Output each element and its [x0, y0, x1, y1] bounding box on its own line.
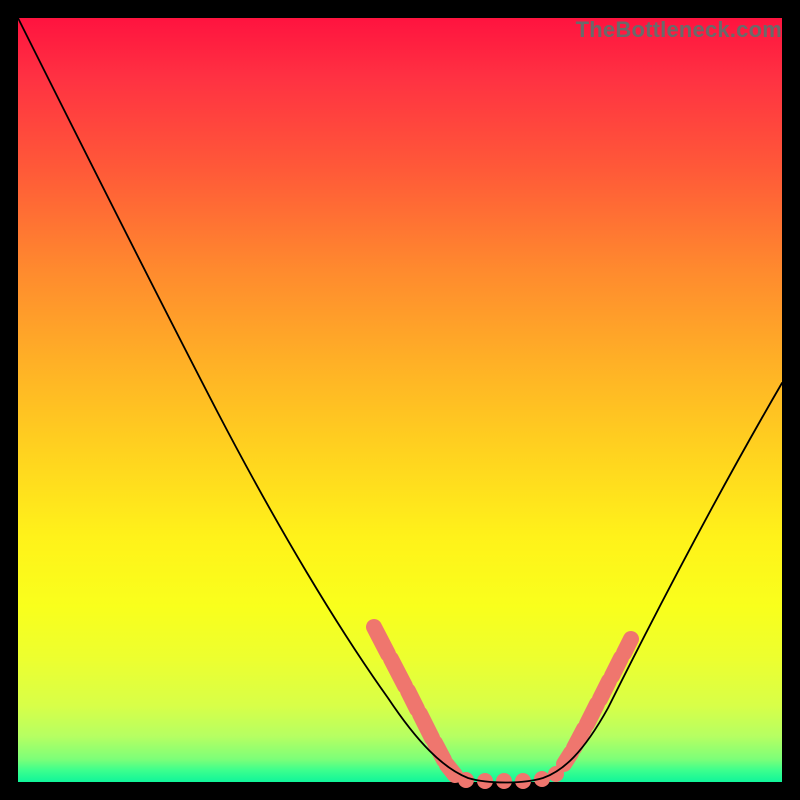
highlight-band-left: [374, 627, 455, 775]
chart-frame: TheBottleneck.com: [18, 18, 782, 782]
highlight-band-right: [564, 639, 631, 764]
watermark-text: TheBottleneck.com: [576, 17, 782, 43]
curve-layer: [18, 18, 782, 782]
highlight-valley-dots: [458, 766, 564, 789]
